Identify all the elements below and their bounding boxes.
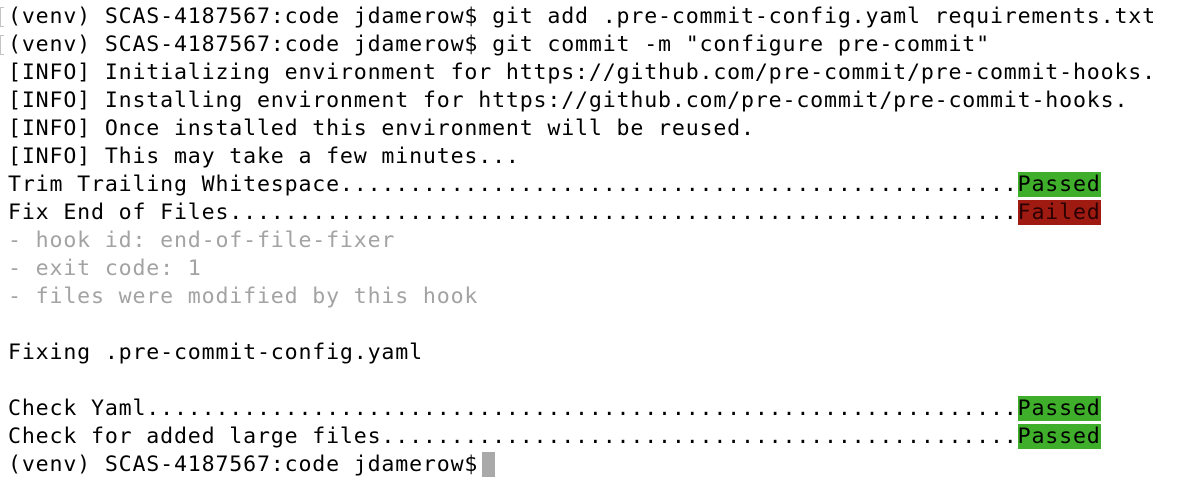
hook-name: Fix End of Files........................… (8, 200, 1018, 225)
hook-result-row: Check for added large files.............… (0, 423, 1188, 451)
hook-result-row: Trim Trailing Whitespace................… (0, 171, 1188, 199)
info-line: [INFO] Initializing environment for http… (8, 60, 1156, 85)
command-marker (0, 35, 4, 55)
text-cursor (482, 452, 496, 477)
hook-result-row: Check Yaml..............................… (0, 395, 1188, 423)
passed-badge: Passed (1017, 172, 1101, 197)
hook-detail-line: - hook id: end-of-file-fixer (8, 228, 396, 253)
passed-badge: Passed (1017, 424, 1101, 449)
hook-result-row: Fix End of Files........................… (0, 199, 1188, 227)
prompt-line[interactable]: (venv) SCAS-4187567:code jdamerow$ (0, 451, 1188, 479)
hook-name: Check for added large files.............… (8, 424, 1018, 449)
terminal-window[interactable]: (venv) SCAS-4187567:code jdamerow$ git a… (0, 3, 1188, 482)
command-text: (venv) SCAS-4187567:code jdamerow$ git a… (8, 4, 1156, 29)
command-text: (venv) SCAS-4187567:code jdamerow$ git c… (8, 32, 990, 57)
info-line: [INFO] Once installed this environment w… (8, 116, 755, 141)
info-line: [INFO] Installing environment for https:… (8, 88, 1129, 113)
fixing-line: Fixing .pre-commit-config.yaml (8, 340, 423, 365)
hook-name: Trim Trailing Whitespace................… (8, 172, 1018, 197)
hook-name: Check Yaml..............................… (8, 396, 1018, 421)
info-line: [INFO] This may take a few minutes... (8, 144, 520, 169)
command-line: (venv) SCAS-4187567:code jdamerow$ git c… (0, 31, 1188, 59)
failed-badge: Failed (1017, 200, 1101, 225)
command-line: (venv) SCAS-4187567:code jdamerow$ git a… (0, 3, 1188, 31)
hook-detail-line: - exit code: 1 (8, 256, 202, 281)
hook-detail-line: - files were modified by this hook (8, 284, 479, 309)
command-marker (0, 7, 4, 27)
passed-badge: Passed (1017, 396, 1101, 421)
prompt-text: (venv) SCAS-4187567:code jdamerow$ (8, 452, 479, 477)
